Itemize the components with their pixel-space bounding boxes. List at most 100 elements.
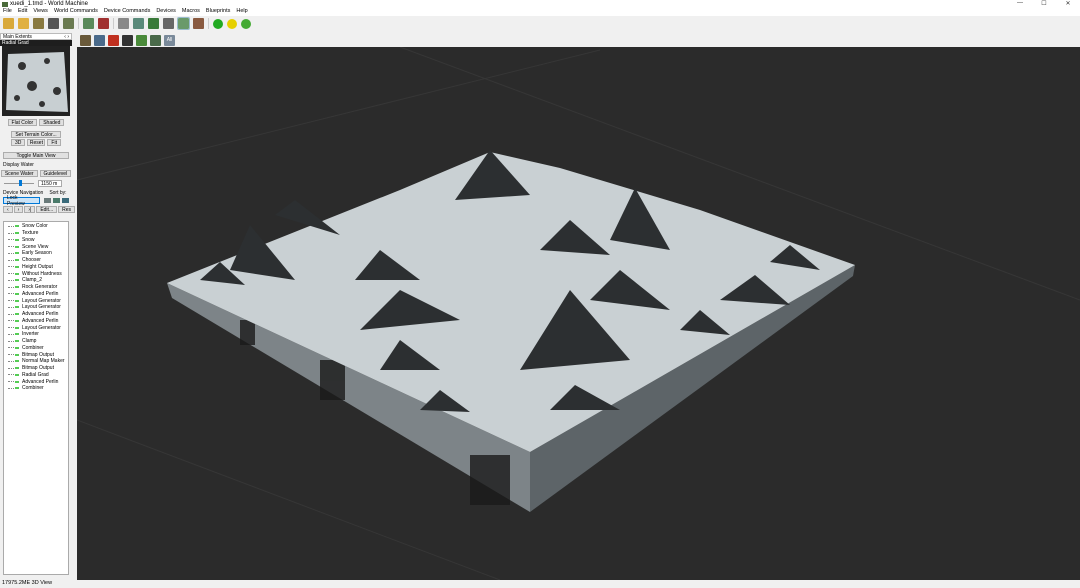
- lighting-icon[interactable]: [122, 34, 133, 46]
- device-icon: [15, 380, 19, 383]
- device-list-item[interactable]: Inverter: [4, 331, 68, 338]
- close-button[interactable]: ✕: [1056, 0, 1080, 7]
- nav-back-button[interactable]: ‹: [3, 206, 13, 213]
- device-list-item[interactable]: Advanced Perlin: [4, 291, 68, 298]
- menu-views[interactable]: Views: [30, 8, 51, 16]
- device-list-item[interactable]: Combiner: [4, 385, 68, 392]
- camera-icon[interactable]: [80, 34, 91, 46]
- new-icon[interactable]: [3, 18, 14, 29]
- layout-icon[interactable]: [133, 18, 144, 29]
- zoom-icon[interactable]: [94, 34, 105, 46]
- scene-water-button[interactable]: Scene Water: [0, 170, 38, 177]
- device-list-item[interactable]: Bitmap Output: [4, 365, 68, 372]
- guidelevel-button[interactable]: Guidelevel: [39, 170, 72, 177]
- sort-alpha-icon[interactable]: [62, 198, 70, 203]
- save-icon[interactable]: [48, 18, 59, 29]
- nav-forward-button[interactable]: ›: [13, 206, 24, 213]
- build-final-icon[interactable]: [241, 18, 251, 29]
- menu-file[interactable]: File: [0, 8, 15, 16]
- nav-arrows[interactable]: ‹ ›: [64, 34, 69, 40]
- menu-world-commands[interactable]: World Commands: [51, 8, 101, 16]
- 3d-viewport[interactable]: [76, 46, 1080, 581]
- device-list-item[interactable]: Layout Generator: [4, 304, 68, 311]
- device-list-item[interactable]: Height Output: [4, 264, 68, 271]
- device-name: Chooser: [22, 257, 41, 264]
- tree-line: [8, 273, 14, 275]
- menu-help[interactable]: Help: [233, 8, 250, 16]
- water-level-slider[interactable]: [4, 180, 34, 186]
- menu-devices[interactable]: Devices: [153, 8, 179, 16]
- all-button[interactable]: All: [164, 34, 175, 46]
- extents-header[interactable]: Main Extents ‹ ›: [0, 33, 72, 40]
- device-list-item[interactable]: Layout Generator: [4, 297, 68, 304]
- tree-line: [8, 381, 14, 383]
- menu-blueprints[interactable]: Blueprints: [203, 8, 233, 16]
- view-toolbar: All: [77, 33, 175, 47]
- tree-line: [8, 313, 14, 315]
- device-list-item[interactable]: Clamp: [4, 338, 68, 345]
- texture-icon[interactable]: [193, 18, 204, 29]
- device-list-item[interactable]: Radial Grad: [4, 372, 68, 379]
- device-list-item[interactable]: Advanced Perlin: [4, 311, 68, 318]
- device-icon: [15, 333, 19, 336]
- device-list-item[interactable]: Snow: [4, 237, 68, 244]
- flat-color-button[interactable]: Flat Color: [7, 119, 38, 126]
- terrain-preview[interactable]: [2, 46, 70, 116]
- tree-line: [8, 333, 14, 335]
- nav-last-button[interactable]: ›|: [24, 206, 36, 213]
- build-icon[interactable]: [98, 18, 109, 29]
- set-terrain-color-button[interactable]: Set Terrain Color...: [11, 131, 61, 138]
- water-level-input[interactable]: 1150 m: [38, 180, 62, 187]
- edit-button[interactable]: Edit...: [36, 206, 58, 213]
- open-icon[interactable]: [18, 18, 29, 29]
- terrain-view-icon[interactable]: [136, 34, 147, 46]
- device-list-item[interactable]: Bitmap Output: [4, 351, 68, 358]
- device-list-item[interactable]: Scene View: [4, 243, 68, 250]
- device-list-item[interactable]: Advanced Perlin: [4, 378, 68, 385]
- device-list-item[interactable]: Layout Generator: [4, 324, 68, 331]
- fit-button[interactable]: Fit: [47, 139, 61, 146]
- build-green-icon[interactable]: [213, 18, 223, 29]
- device-list-item[interactable]: Snow Color: [4, 223, 68, 230]
- reset-button[interactable]: Reset: [27, 139, 46, 146]
- grid-icon[interactable]: [148, 18, 159, 29]
- device-list[interactable]: Snow Color Texture Snow Scene View Early Sea…: [3, 221, 69, 575]
- lock-preview-button[interactable]: Lock Preview: [3, 195, 41, 207]
- menu-edit[interactable]: Edit: [15, 8, 30, 16]
- help-icon[interactable]: [150, 34, 161, 46]
- view3d-icon[interactable]: [177, 17, 190, 30]
- res-button[interactable]: Res: [58, 206, 76, 213]
- device-icon: [15, 299, 19, 302]
- device-name: Without Hardness: [22, 270, 62, 277]
- device-list-item[interactable]: Clamp_2: [4, 277, 68, 284]
- device-list-item[interactable]: Normal Map Maker: [4, 358, 68, 365]
- terrain-icon[interactable]: [83, 18, 94, 29]
- device-icon[interactable]: [118, 18, 129, 29]
- device-name: Clamp_2: [22, 277, 43, 284]
- device-list-item[interactable]: Texture: [4, 230, 68, 237]
- device-list-item[interactable]: Without Hardness: [4, 270, 68, 277]
- toggle-main-view-button[interactable]: Toggle Main View: [3, 152, 69, 159]
- device-list-item[interactable]: Early Season: [4, 250, 68, 257]
- sort-type-icon[interactable]: [53, 198, 61, 203]
- render-icon[interactable]: [163, 18, 174, 29]
- wizard-icon[interactable]: [33, 18, 44, 29]
- menu-macros[interactable]: Macros: [179, 8, 203, 16]
- build-yellow-icon[interactable]: [227, 18, 237, 29]
- device-list-item[interactable]: Chooser: [4, 257, 68, 264]
- device-icon: [15, 279, 19, 282]
- maximize-button[interactable]: ☐: [1032, 0, 1056, 7]
- render-icon[interactable]: [108, 34, 119, 46]
- export-icon[interactable]: [63, 18, 74, 29]
- minimize-button[interactable]: —: [1008, 0, 1032, 7]
- menu-device-commands[interactable]: Device Commands: [101, 8, 153, 16]
- shaded-button[interactable]: Shaded: [39, 119, 65, 126]
- 3d-button[interactable]: 3D: [11, 139, 26, 146]
- device-list-item[interactable]: Rock Generator: [4, 284, 68, 291]
- device-list-item[interactable]: Advanced Perlin: [4, 318, 68, 325]
- sort-icon[interactable]: [44, 198, 52, 203]
- device-list-item[interactable]: Combiner: [4, 345, 68, 352]
- tree-line: [8, 347, 14, 349]
- device-name: Layout Generator: [22, 297, 61, 304]
- left-panel: Main Extents ‹ › Radial Grad Flat Color Sh…: [0, 33, 76, 578]
